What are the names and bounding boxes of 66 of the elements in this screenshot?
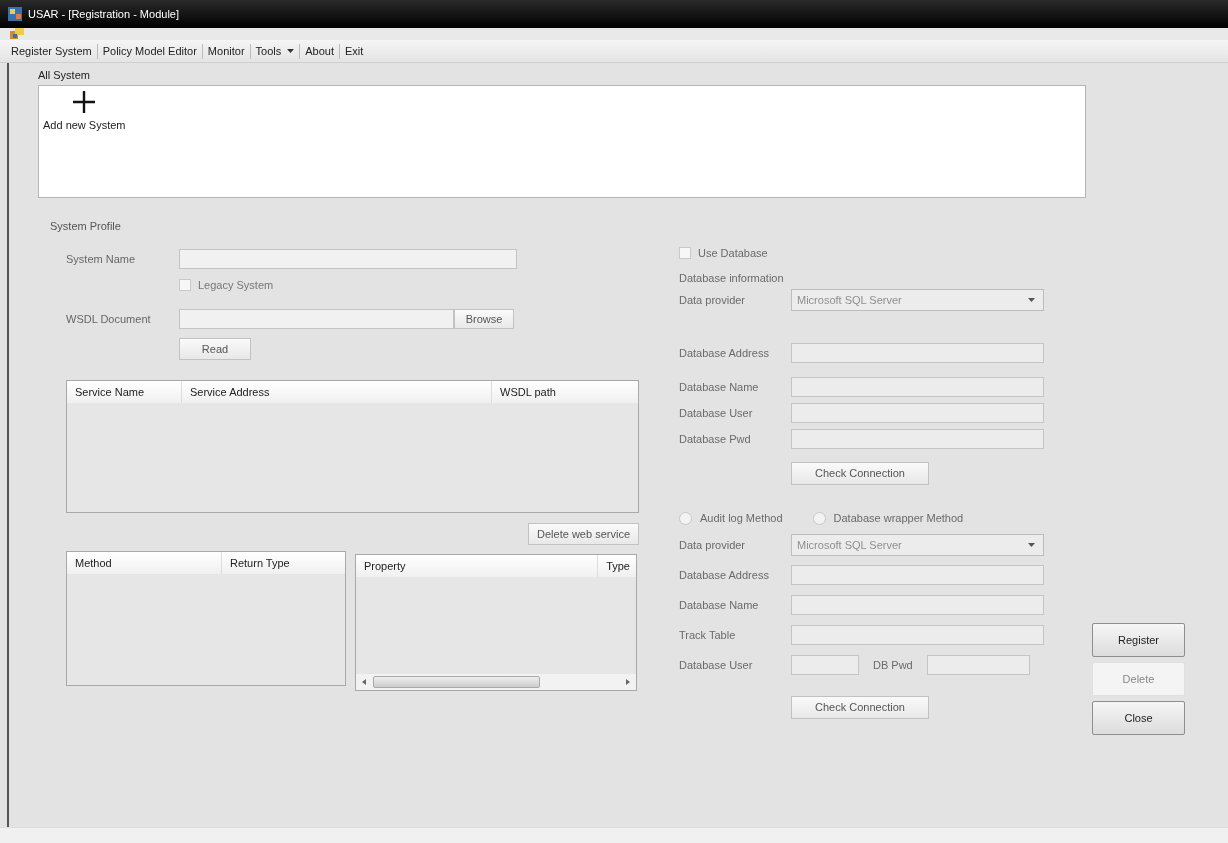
scroll-right-icon[interactable] [625, 679, 631, 685]
password-field[interactable] [927, 655, 1030, 675]
caret-icon [1028, 298, 1035, 302]
field-label: WSDL Document [66, 313, 152, 325]
menu-item[interactable]: Register System [6, 43, 97, 59]
text-field[interactable] [791, 377, 1044, 397]
checkbox[interactable] [179, 279, 191, 291]
check-connection-button[interactable]: Check Connection [791, 461, 929, 485]
field-label: Database Address [679, 569, 770, 581]
column-header[interactable]: Service Name [67, 381, 182, 403]
wsdl-field[interactable] [179, 309, 454, 329]
field-label: Database User [679, 407, 754, 419]
column-header[interactable]: WSDL path [492, 381, 638, 403]
text-field[interactable] [791, 595, 1044, 615]
section-title: Database information [679, 271, 785, 286]
horizontal-scrollbar[interactable] [356, 674, 636, 690]
radio-button[interactable] [679, 511, 692, 525]
field-label: Track Table [679, 629, 737, 641]
action-button[interactable]: Close [1092, 701, 1185, 735]
text-field[interactable] [791, 565, 1044, 585]
text-field[interactable] [791, 429, 1044, 449]
field-label: Database Name [679, 381, 760, 393]
text-field[interactable] [791, 343, 1044, 363]
action-button[interactable]: Register [1092, 623, 1185, 657]
caret-icon [287, 49, 295, 53]
group-title: All System [38, 69, 91, 83]
plus-icon [72, 90, 97, 114]
radio-label: Database wrapper Method [833, 512, 964, 524]
column-header[interactable]: Property [356, 555, 599, 577]
field-label: Database Address [679, 347, 770, 359]
field-label: Database User [679, 659, 754, 671]
column-header[interactable]: Service Address [182, 381, 492, 403]
field-label: DB Pwd [872, 659, 914, 671]
system-name-field[interactable] [179, 249, 517, 269]
check-connection-button[interactable]: Check Connection [791, 695, 929, 719]
field-label: Database Pwd [679, 433, 752, 445]
column-header[interactable]: Return Type [222, 552, 345, 574]
radio-button[interactable] [812, 511, 826, 525]
group-title: System Profile [50, 220, 122, 234]
checkbox[interactable] [679, 247, 691, 259]
field-label: Data provider [679, 539, 747, 551]
column-header[interactable]: Method [67, 552, 222, 574]
column-header[interactable]: Type [598, 555, 636, 577]
window-title: USAR - [Registration - Module] [28, 8, 179, 20]
field-label: Data provider [679, 294, 747, 306]
app-icon [8, 7, 22, 21]
add-system-button[interactable]: Add new System [41, 86, 128, 135]
menu-item[interactable]: Monitor [202, 43, 250, 59]
checkbox-label: Use Database [698, 247, 768, 259]
user-field[interactable] [791, 655, 859, 675]
menu-item[interactable]: Exit [340, 43, 369, 59]
caret-icon [1028, 543, 1035, 547]
field-label: Database Name [679, 599, 760, 611]
read-button[interactable]: Read [179, 338, 251, 360]
scroll-left-icon[interactable] [361, 679, 367, 685]
mdi-child-icon[interactable] [10, 28, 24, 40]
radio-label: Audit log Method [700, 512, 783, 524]
menu-item[interactable]: Policy Model Editor [97, 43, 202, 59]
delete-web-service-button[interactable]: Delete web service [528, 523, 639, 545]
browse-button[interactable]: Browse [454, 309, 514, 329]
menu-item[interactable]: Tools [250, 43, 300, 59]
text-field[interactable] [791, 403, 1044, 423]
text-field[interactable] [791, 625, 1044, 645]
field-label: System Name [66, 253, 137, 265]
checkbox-label: Legacy System [198, 279, 274, 291]
menu-item[interactable]: About [300, 43, 339, 59]
